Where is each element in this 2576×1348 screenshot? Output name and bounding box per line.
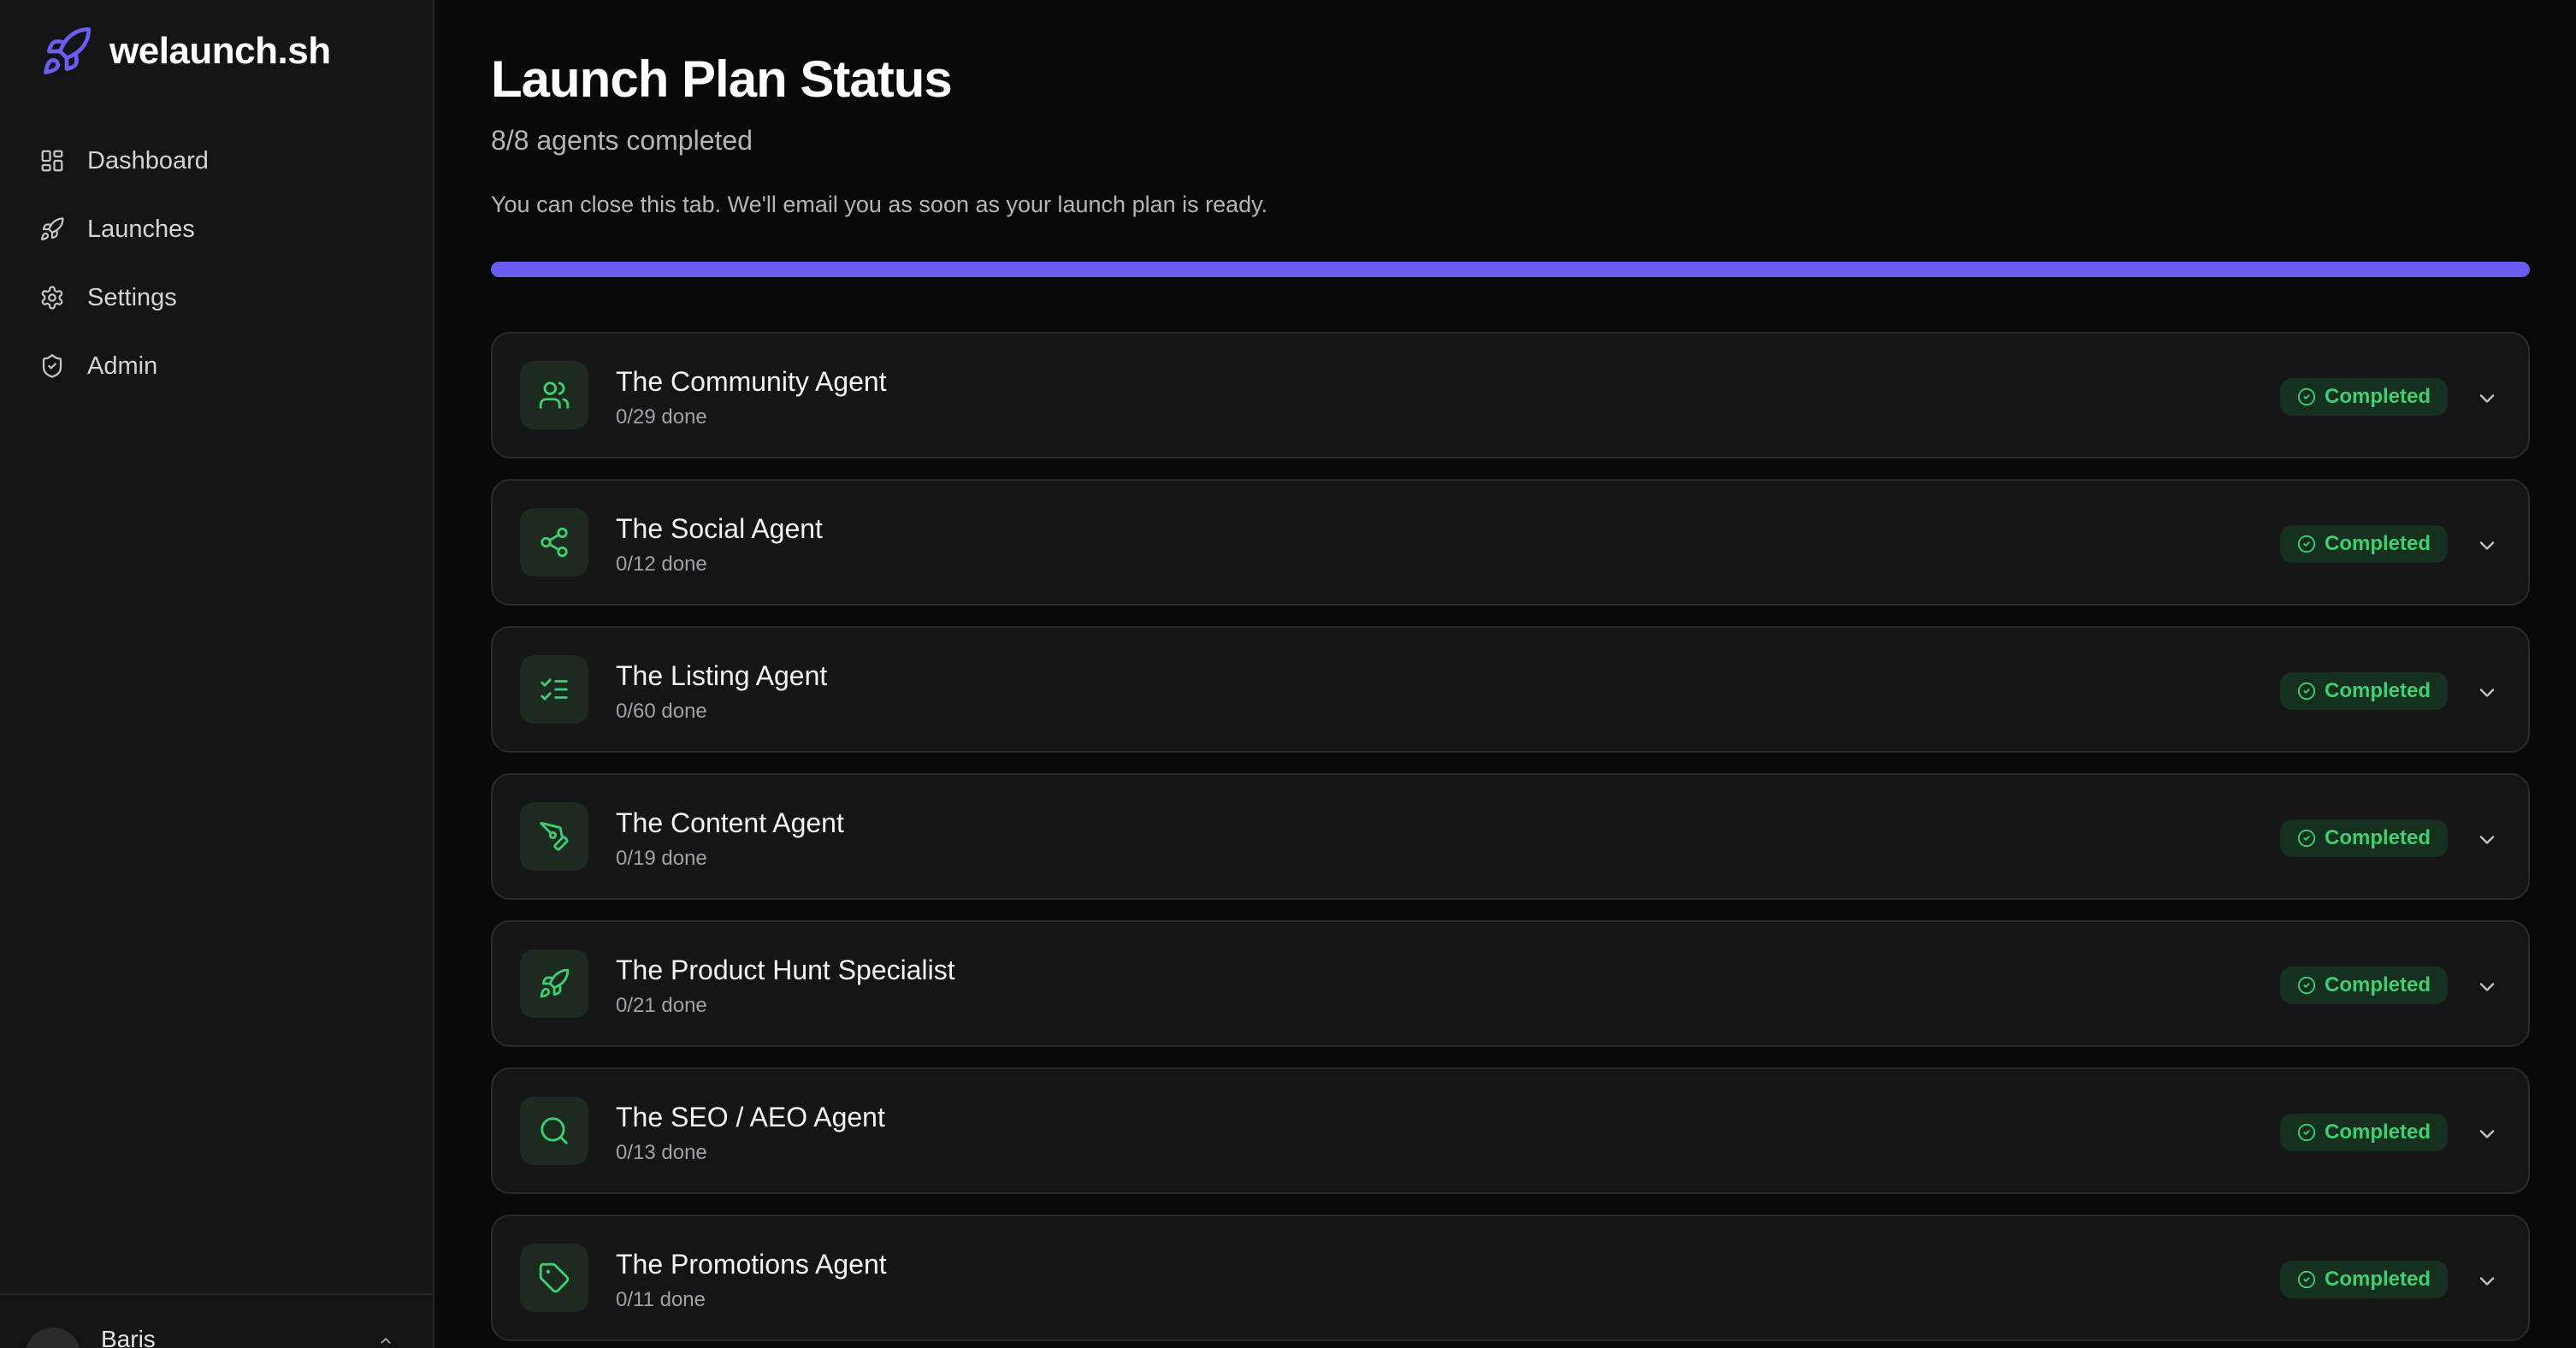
status-text: Completed [2325,1120,2431,1144]
sidebar-item-launches[interactable]: Launches [21,198,414,260]
status-badge: Completed [2280,1114,2449,1151]
chevron-down-icon[interactable] [2475,975,2499,999]
check-circle-icon [2297,1123,2316,1142]
chevron-down-icon[interactable] [2475,1122,2499,1146]
status-text: Completed [2325,826,2431,849]
rocket-icon [38,215,67,244]
agent-progress: 0/60 done [616,700,707,723]
agent-title: The Content Agent [616,807,844,838]
info-note: You can close this tab. We'll email you … [491,192,1268,217]
sidebar: welaunch.sh Dashboard Launches Settings … [0,0,434,1348]
user-name: Baris [101,1326,156,1348]
dashboard-icon [38,146,67,175]
agent-progress: 0/19 done [616,847,707,870]
sidebar-item-dashboard[interactable]: Dashboard [21,130,414,192]
status-text: Completed [2325,973,2431,996]
pen-tool-icon [520,802,588,871]
share-icon [520,508,588,576]
chevron-down-icon[interactable] [2475,828,2499,852]
agent-progress: 0/13 done [616,1141,707,1164]
search-icon [520,1097,588,1165]
sidebar-item-admin[interactable]: Admin [21,335,414,397]
check-circle-icon [2297,387,2316,406]
agent-progress: 0/12 done [616,553,707,576]
status-badge: Completed [2280,672,2449,710]
agents-completed-count: 8/8 agents completed [491,125,753,156]
rocket-icon [39,24,94,79]
progress-bar-fill [491,262,2530,277]
agent-card-listing[interactable]: The Listing Agent 0/60 done Completed [491,626,2530,753]
status-badge: Completed [2280,1261,2449,1298]
shield-icon [38,352,67,381]
main-content: Launch Plan Status 8/8 agents completed … [434,0,2576,1348]
progress-bar [491,262,2530,277]
sidebar-nav: Dashboard Launches Settings Admin [21,130,414,404]
status-badge: Completed [2280,819,2449,857]
users-icon [520,361,588,429]
status-text: Completed [2325,1268,2431,1291]
check-circle-icon [2297,535,2316,553]
sidebar-item-label: Dashboard [87,146,209,174]
status-text: Completed [2325,385,2431,408]
agent-title: The Promotions Agent [616,1249,887,1280]
check-circle-icon [2297,829,2316,848]
agent-card-seo[interactable]: The SEO / AEO Agent 0/13 done Completed [491,1067,2530,1194]
chevron-up-icon [376,1331,395,1348]
chevron-down-icon[interactable] [2475,534,2499,558]
user-menu[interactable]: Baris [0,1293,433,1348]
avatar [26,1327,80,1348]
page-title: Launch Plan Status [491,50,953,108]
sidebar-item-label: Launches [87,215,195,243]
app-root: welaunch.sh Dashboard Launches Settings … [0,0,2576,1348]
status-badge: Completed [2280,967,2449,1004]
chevron-down-icon[interactable] [2475,681,2499,705]
chevron-down-icon[interactable] [2475,387,2499,411]
tag-icon [520,1244,588,1312]
agent-progress: 0/29 done [616,405,707,429]
sidebar-item-label: Settings [87,283,177,311]
agent-card-content[interactable]: The Content Agent 0/19 done Completed [491,773,2530,900]
agent-title: The Listing Agent [616,660,828,691]
agent-list: The Community Agent 0/29 done Completed … [491,332,2530,1348]
agent-title: The SEO / AEO Agent [616,1102,885,1132]
sidebar-item-label: Admin [87,352,158,380]
check-circle-icon [2297,1270,2316,1289]
status-badge: Completed [2280,378,2449,416]
brand-name: welaunch.sh [109,30,331,72]
brand[interactable]: welaunch.sh [39,24,331,79]
agent-card-promotions[interactable]: The Promotions Agent 0/11 done Completed [491,1215,2530,1341]
agent-title: The Social Agent [616,513,823,544]
chevron-down-icon[interactable] [2475,1269,2499,1293]
sidebar-item-settings[interactable]: Settings [21,267,414,328]
agent-title: The Product Hunt Specialist [616,955,955,985]
status-text: Completed [2325,679,2431,702]
check-circle-icon [2297,976,2316,995]
agent-card-community[interactable]: The Community Agent 0/29 done Completed [491,332,2530,458]
rocket-icon [520,949,588,1018]
gear-icon [38,283,67,312]
agent-card-product-hunt[interactable]: The Product Hunt Specialist 0/21 done Co… [491,920,2530,1047]
status-text: Completed [2325,532,2431,555]
list-check-icon [520,655,588,724]
agent-card-social[interactable]: The Social Agent 0/12 done Completed [491,479,2530,606]
agent-progress: 0/21 done [616,994,707,1017]
agent-title: The Community Agent [616,366,887,397]
status-badge: Completed [2280,525,2449,563]
check-circle-icon [2297,682,2316,701]
agent-progress: 0/11 done [616,1288,706,1311]
